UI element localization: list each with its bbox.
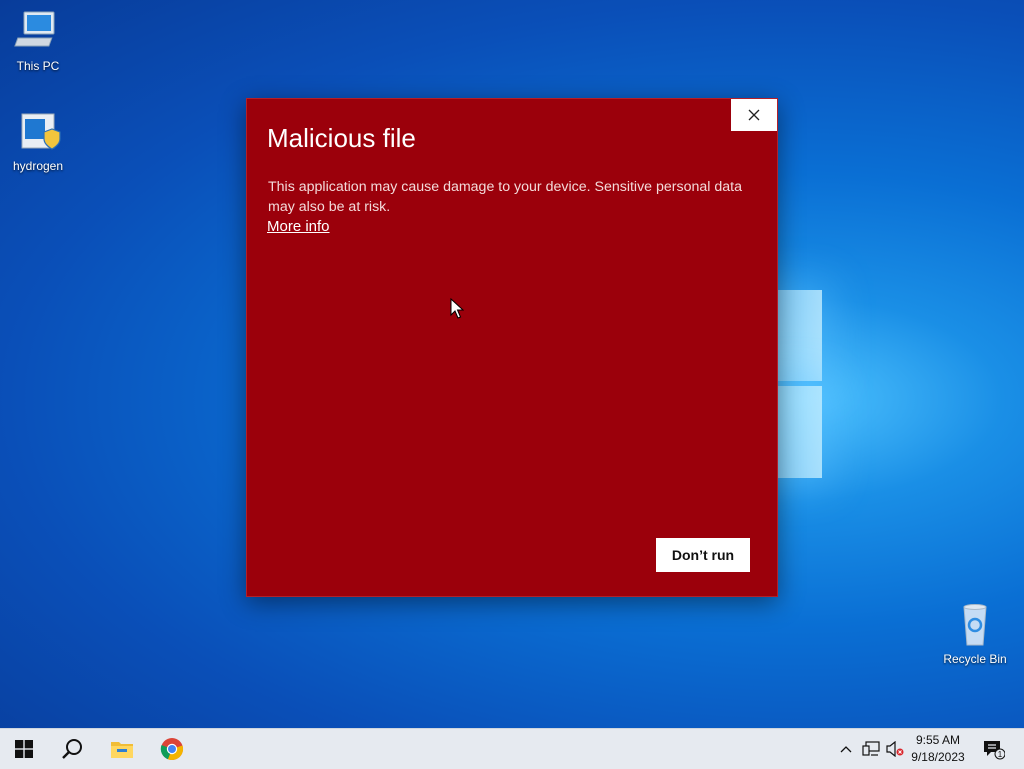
clock-time: 9:55 AM [915, 733, 961, 747]
clock-date: 9/18/2023 [911, 750, 965, 764]
taskbar: 9:55 AM 9/18/2023 1 [0, 728, 1024, 769]
volume-muted-icon [886, 741, 904, 757]
search-button[interactable] [48, 729, 96, 769]
desktop-icon-label: This PC [16, 59, 60, 73]
desktop-icon-label: hydrogen [12, 159, 64, 173]
notification-icon: 1 [984, 741, 1005, 760]
windows-start-icon [15, 740, 33, 758]
desktop-icon-recycle-bin[interactable]: Recycle Bin [937, 603, 1013, 666]
chrome-icon [160, 738, 184, 760]
taskbar-clock[interactable]: 9:55 AM 9/18/2023 [906, 732, 970, 766]
action-center-button[interactable]: 1 [978, 729, 1008, 769]
computer-icon [14, 11, 55, 47]
chrome-button[interactable] [148, 729, 196, 769]
more-info-link[interactable]: More info [267, 218, 330, 235]
dialog-message: This application may cause damage to you… [268, 179, 742, 215]
desktop-icon-label: Recycle Bin [943, 652, 1007, 666]
chevron-up-icon [840, 746, 852, 753]
file-explorer-icon [111, 742, 133, 758]
dont-run-button[interactable]: Don’t run [656, 538, 750, 572]
close-icon [748, 109, 760, 121]
desktop-icon-this-pc[interactable]: This PC [0, 10, 76, 73]
dialog-title: Malicious file [267, 123, 416, 153]
search-icon [62, 739, 82, 759]
smartscreen-dialog: Malicious file This application may caus… [246, 98, 778, 597]
mouse-pointer-icon [450, 298, 464, 319]
volume-button[interactable] [884, 729, 906, 769]
notification-count: 1 [998, 750, 1003, 759]
desktop-icon-hydrogen[interactable]: hydrogen [0, 110, 76, 173]
close-button[interactable] [731, 99, 777, 131]
file-explorer-button[interactable] [98, 729, 146, 769]
recycle-bin-icon [963, 604, 987, 646]
network-icon [862, 741, 880, 756]
start-button[interactable] [0, 729, 48, 769]
installer-shield-icon [21, 113, 61, 150]
network-button[interactable] [860, 729, 882, 769]
show-hidden-icons-button[interactable] [836, 729, 856, 769]
